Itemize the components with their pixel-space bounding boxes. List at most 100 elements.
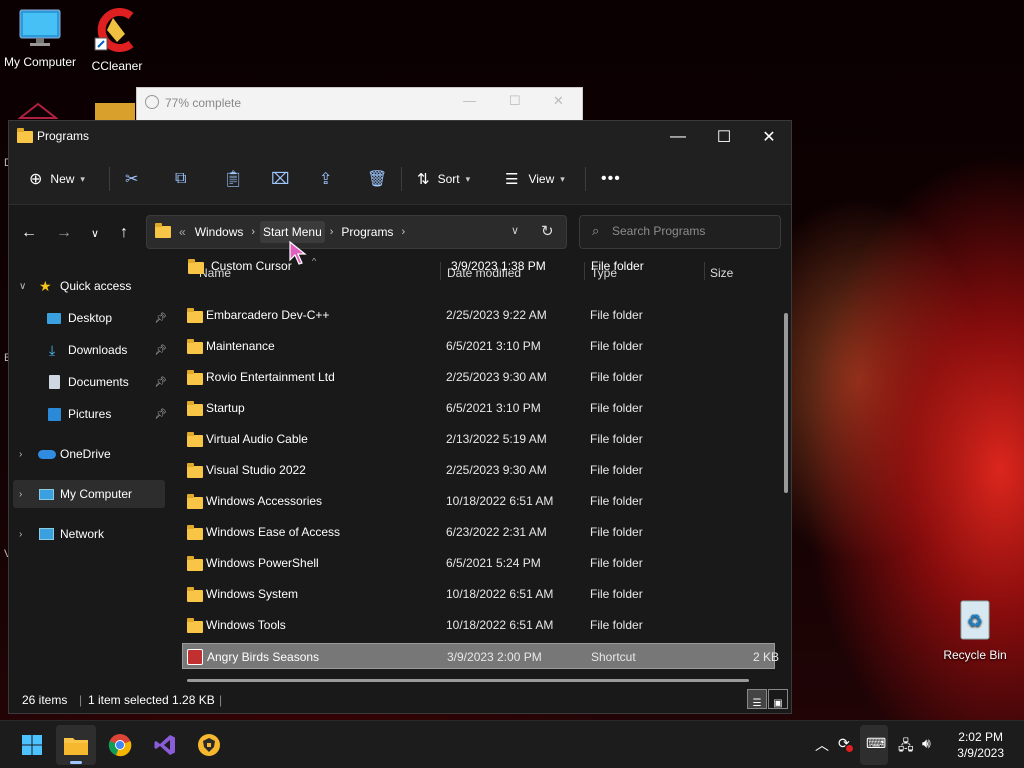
table-row[interactable]: Custom Cursor 3/9/2023 1:38 PM File fold…	[183, 258, 777, 280]
taskbar-chrome[interactable]	[100, 725, 140, 765]
separator	[401, 167, 402, 191]
file-date: 2/25/2023 9:22 AM	[446, 308, 547, 322]
desktop-icon-my-computer[interactable]: My Computer	[0, 8, 80, 69]
table-row[interactable]: Visual Studio 2022 2/25/2023 9:30 AM File …	[182, 457, 775, 483]
chevron-up-icon[interactable]: ︿	[815, 735, 829, 755]
forward-button[interactable]: →	[52, 221, 76, 245]
search-input[interactable]	[612, 224, 772, 238]
chevron-right-icon[interactable]: ›	[251, 226, 255, 238]
table-row[interactable]: Rovio Entertainment Ltd 2/25/2023 9:30 AM…	[182, 364, 775, 390]
table-row[interactable]: Embarcadero Dev-C++ 2/25/2023 9:22 AM File…	[182, 302, 775, 328]
tiles-view-button[interactable]: ▣	[768, 689, 788, 709]
share-button[interactable]: ⇪	[319, 165, 332, 193]
new-button[interactable]: ⊕ New ▾	[29, 165, 85, 193]
nav-item-desktop[interactable]: Desktop 📌︎	[9, 304, 169, 332]
desktop-icon-ccleaner[interactable]: CCleaner	[77, 8, 157, 73]
copy-button[interactable]: ⧉	[175, 165, 186, 193]
address-dropdown-chevron-icon[interactable]: ∨	[511, 224, 519, 237]
table-row-selected[interactable]: Angry Birds Seasons 3/9/2023 2:00 PM Short…	[182, 643, 779, 669]
minimize-button[interactable]: —	[463, 93, 476, 108]
nav-item-pictures[interactable]: Pictures 📌︎	[9, 400, 169, 428]
breadcrumb-programs[interactable]: Programs	[338, 221, 396, 243]
row-clip-mask	[179, 280, 779, 288]
file-name: Visual Studio 2022	[206, 463, 306, 477]
up-button[interactable]: ↑	[112, 221, 136, 245]
system-clock[interactable]: 2:02 PM 3/9/2023	[957, 729, 1004, 761]
file-type: File folder	[590, 339, 643, 353]
nav-onedrive[interactable]: › OneDrive	[9, 440, 169, 468]
refresh-icon[interactable]: ↻	[541, 222, 554, 240]
view-label: View	[528, 172, 555, 186]
desktop-icon-recycle-bin[interactable]: ♻ Recycle Bin	[935, 597, 1015, 662]
chevron-right-icon[interactable]: ›	[19, 449, 22, 460]
delete-icon: 🗑︎	[367, 171, 388, 188]
vertical-scrollbar[interactable]	[784, 313, 788, 493]
file-date: 6/23/2022 2:31 AM	[446, 525, 547, 539]
more-options-button[interactable]: •••	[601, 165, 621, 193]
nav-quick-access[interactable]: ∨ ★ Quick access	[9, 272, 169, 300]
start-button[interactable]	[12, 725, 52, 765]
progress-title: 77% complete	[165, 96, 242, 110]
share-icon: ⇪	[319, 171, 333, 188]
keyboard-tray-button[interactable]: ⌨	[860, 725, 888, 765]
table-row[interactable]: Windows Ease of Access 6/23/2022 2:31 AM F…	[182, 519, 775, 545]
details-view-button[interactable]: ☰	[747, 689, 767, 709]
horizontal-scrollbar[interactable]	[187, 679, 749, 682]
close-button[interactable]: ✕	[746, 121, 792, 153]
separator	[585, 167, 586, 191]
search-box[interactable]: ⌕	[579, 215, 781, 249]
table-row[interactable]: Startup 6/5/2021 3:10 PM File folder	[182, 395, 775, 421]
table-row[interactable]: Windows Accessories 10/18/2022 6:51 AM Fil…	[182, 488, 775, 514]
table-row[interactable]: Windows Tools 10/18/2022 6:51 AM File fold…	[182, 612, 775, 638]
clock-date: 3/9/2023	[957, 746, 1004, 760]
address-bar[interactable]: « Windows › Start Menu › Programs › ∨ ↻	[146, 215, 567, 249]
network-icon[interactable]: 🖧︎	[898, 735, 914, 759]
view-button[interactable]: ☰ View ▾	[505, 165, 565, 193]
nav-item-downloads[interactable]: ⤓ Downloads 📌︎	[9, 336, 169, 364]
chevron-down-icon: ∨	[90, 227, 100, 240]
maximize-button[interactable]: ☐	[701, 121, 747, 153]
breadcrumb-overflow[interactable]: «	[179, 225, 186, 239]
taskbar-visual-studio[interactable]	[145, 725, 185, 765]
folder-icon	[187, 556, 203, 571]
chevron-down-icon[interactable]: ∨	[19, 281, 26, 292]
file-name: Virtual Audio Cable	[206, 432, 308, 446]
chevron-down-icon: ▾	[80, 173, 85, 184]
table-row[interactable]: Maintenance 6/5/2021 3:10 PM File folder	[182, 333, 775, 359]
pictures-icon	[48, 407, 61, 421]
title-bar[interactable]: Programs — ☐ ✕	[9, 121, 791, 153]
maximize-button[interactable]: ☐	[509, 93, 521, 109]
file-date: 2/13/2022 5:19 AM	[446, 432, 547, 446]
delete-button[interactable]: 🗑︎	[367, 165, 387, 193]
nav-my-computer[interactable]: › My Computer	[13, 480, 165, 508]
table-row[interactable]: Windows PowerShell 6/5/2021 5:24 PM File f…	[182, 550, 775, 576]
chevron-right-icon[interactable]: ›	[401, 226, 405, 238]
taskbar-vpn[interactable]	[189, 725, 229, 765]
nav-network[interactable]: › Network	[9, 520, 169, 548]
paste-button[interactable]: 📋︎	[223, 165, 243, 193]
sort-button[interactable]: ⇅ Sort ▾	[417, 165, 470, 193]
folder-icon	[187, 432, 203, 447]
volume-icon[interactable]: 🔊︎	[922, 735, 931, 752]
nav-item-documents[interactable]: Documents 📌︎	[9, 368, 169, 396]
chevron-right-icon[interactable]: ›	[330, 226, 334, 238]
taskbar: ︿ ⟳ ⌨ 🖧︎ 🔊︎ 2:02 PM 3/9/2023	[0, 720, 1024, 768]
recent-locations-button[interactable]: ∨	[83, 221, 107, 245]
cut-icon: ✂	[125, 171, 139, 188]
folder-icon	[187, 339, 203, 354]
table-row[interactable]: Windows System 10/18/2022 6:51 AM File fol…	[182, 581, 775, 607]
cut-button[interactable]: ✂	[125, 165, 138, 193]
chevron-right-icon[interactable]: ›	[19, 489, 22, 500]
chevron-right-icon[interactable]: ›	[19, 529, 22, 540]
breadcrumb-windows[interactable]: Windows	[192, 221, 247, 243]
address-bar-row: ← → ∨ ↑ « Windows › Start Menu › Program…	[9, 206, 791, 258]
file-date: 10/18/2022 6:51 AM	[446, 494, 554, 508]
table-row[interactable]: Virtual Audio Cable 2/13/2022 5:19 AM File…	[182, 426, 775, 452]
back-button[interactable]: ←	[17, 221, 41, 245]
taskbar-file-explorer[interactable]	[56, 725, 96, 765]
minimize-button[interactable]: —	[655, 121, 701, 153]
rename-button[interactable]: ⌧	[271, 165, 289, 193]
chevron-down-icon: ▾	[465, 173, 471, 184]
close-button[interactable]: ✕	[553, 93, 564, 109]
downloads-icon: ⤓	[49, 341, 56, 358]
